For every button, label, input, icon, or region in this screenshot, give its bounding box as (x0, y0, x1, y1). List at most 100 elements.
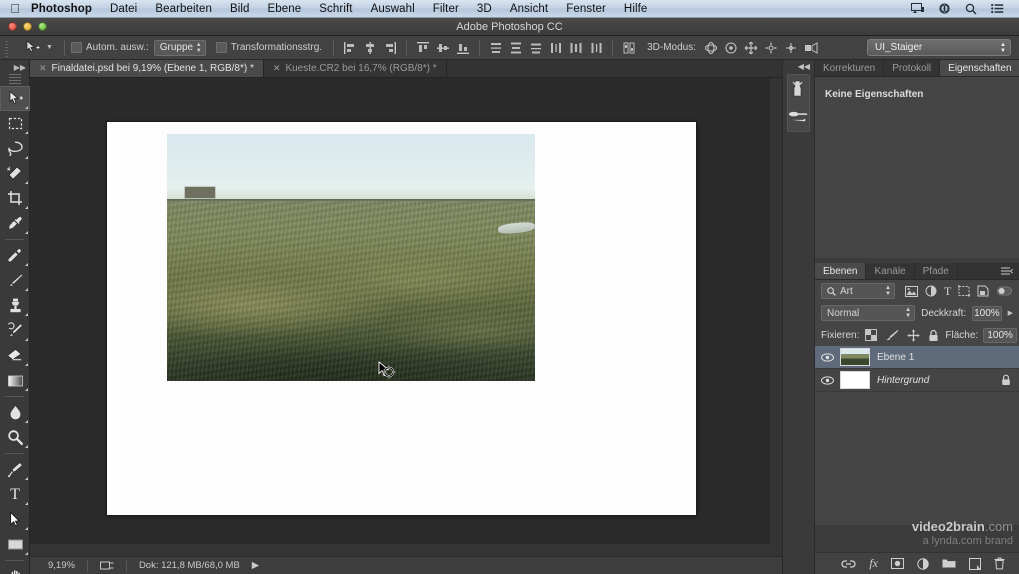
tool-submenu-indicator[interactable] (25, 388, 28, 391)
lock-image-pixels-icon[interactable] (885, 329, 899, 341)
notification-center-icon[interactable] (984, 3, 1011, 14)
eyedropper-tool[interactable] (0, 211, 30, 236)
canvas-horizontal-scrollbar[interactable] (30, 544, 770, 556)
tab-kanaele[interactable]: Kanäle (866, 263, 915, 279)
rectangular-marquee-tool[interactable] (0, 111, 30, 136)
align-right-edges-icon[interactable] (380, 39, 400, 57)
move-tool[interactable] (0, 86, 30, 111)
align-top-edges-icon[interactable] (413, 39, 433, 57)
filter-adjustment-layers-icon[interactable] (925, 285, 937, 297)
tool-submenu-indicator[interactable] (25, 206, 28, 209)
tool-submenu-indicator[interactable] (25, 156, 28, 159)
menu-item-bearbeiten[interactable]: Bearbeiten (146, 3, 221, 15)
crop-tool[interactable] (0, 186, 30, 211)
tool-submenu-indicator[interactable] (25, 363, 28, 366)
tool-preset-chevron-icon[interactable]: ▼ (45, 44, 58, 51)
move-tool-icon[interactable] (19, 38, 45, 58)
close-tab-icon[interactable]: ✕ (39, 63, 47, 74)
filter-type-layers-icon[interactable]: T (944, 285, 951, 297)
menu-item-ebene[interactable]: Ebene (259, 3, 311, 15)
blur-tool[interactable] (0, 400, 30, 425)
pan-3d-icon[interactable] (741, 39, 761, 57)
tool-submenu-indicator[interactable] (25, 338, 28, 341)
spotlight-search-icon[interactable] (958, 3, 984, 15)
align-bottom-edges-icon[interactable] (453, 39, 473, 57)
tool-submenu-indicator[interactable] (25, 445, 28, 448)
blend-mode-dropdown[interactable]: Normal ▲ ▼ (821, 305, 916, 321)
tool-submenu-indicator[interactable] (25, 502, 28, 505)
panel-menu-icon[interactable] (995, 263, 1019, 279)
fill-field[interactable]: 100% (983, 327, 1018, 343)
menu-item-datei[interactable]: Datei (101, 3, 146, 15)
airplay-icon[interactable] (904, 3, 931, 14)
workspace-switcher[interactable]: UI_Staiger ▲ ▼ (867, 39, 1011, 56)
auto-select-checkbox[interactable] (70, 42, 82, 53)
layer-thumbnail[interactable] (840, 371, 870, 389)
distribute-bottom-edges-icon[interactable] (526, 39, 546, 57)
rectangle-shape-tool[interactable] (0, 532, 30, 557)
delete-layer-icon[interactable] (994, 557, 1005, 570)
lasso-tool[interactable] (0, 136, 30, 161)
menu-item-ansicht[interactable]: Ansicht (501, 3, 557, 15)
tool-submenu-indicator[interactable] (25, 288, 28, 291)
menu-item-bild[interactable]: Bild (221, 3, 259, 15)
menu-item-filter[interactable]: Filter (424, 3, 468, 15)
opacity-scrubber-icon[interactable]: ▶ (1008, 309, 1013, 317)
distribute-horizontal-centers-icon[interactable] (566, 39, 586, 57)
layer-visibility-icon[interactable] (821, 352, 834, 362)
gradient-tool[interactable] (0, 368, 30, 393)
path-selection-tool[interactable] (0, 507, 30, 532)
lock-all-icon[interactable] (928, 329, 939, 342)
tool-submenu-indicator[interactable] (25, 263, 28, 266)
menu-item-auswahl[interactable]: Auswahl (362, 3, 424, 15)
clone-stamp-tool[interactable] (0, 293, 30, 318)
horizontal-type-tool[interactable]: T (0, 482, 30, 507)
tool-submenu-indicator[interactable] (25, 420, 28, 423)
link-layers-icon[interactable] (841, 559, 856, 569)
quick-selection-tool[interactable] (0, 161, 30, 186)
tab-protokoll[interactable]: Protokoll (884, 60, 941, 76)
lock-position-icon[interactable] (907, 329, 920, 342)
brushes-panel-icon[interactable] (788, 75, 809, 103)
add-layer-mask-icon[interactable] (891, 558, 904, 569)
zoom-level-field[interactable]: 9,19% (48, 560, 75, 571)
tool-submenu-indicator[interactable] (25, 527, 28, 530)
eraser-tool[interactable] (0, 343, 30, 368)
auto-align-layers-icon[interactable] (619, 39, 639, 57)
distribute-left-edges-icon[interactable] (546, 39, 566, 57)
align-vertical-centers-icon[interactable] (433, 39, 453, 57)
layer-name[interactable]: Hintergrund (877, 375, 929, 386)
rotate-3d-icon[interactable] (701, 39, 721, 57)
layer-thumbnail[interactable] (840, 348, 870, 366)
tool-submenu-indicator[interactable] (25, 231, 28, 234)
layer-styles-fx-icon[interactable]: fx (869, 556, 878, 571)
tool-submenu-indicator[interactable] (25, 477, 28, 480)
filter-shape-layers-icon[interactable] (958, 285, 971, 297)
document-tab-kueste[interactable]: ✕ Kueste.CR2 bei 16,7% (RGB/8*) * (263, 60, 447, 77)
layer-filter-kind-dropdown[interactable]: Art ▲ ▼ (821, 283, 895, 299)
tool-submenu-indicator[interactable] (25, 552, 28, 555)
tool-presets-panel-icon[interactable] (788, 103, 809, 131)
document-tab-finaldatei[interactable]: ✕ Finaldatei.psd bei 9,19% (Ebene 1, RGB… (30, 60, 264, 77)
spot-healing-brush-tool[interactable] (0, 243, 30, 268)
hand-tool[interactable] (0, 564, 30, 574)
camera-3d-icon[interactable] (801, 39, 821, 57)
close-tab-icon[interactable]: ✕ (273, 63, 281, 74)
document-canvas[interactable] (107, 122, 696, 515)
tab-ebenen[interactable]: Ebenen (815, 263, 867, 279)
history-brush-tool[interactable] (0, 318, 30, 343)
roll-3d-icon[interactable] (721, 39, 741, 57)
apple-logo-icon[interactable]:  (8, 2, 22, 15)
new-group-icon[interactable] (942, 558, 956, 569)
tool-submenu-indicator[interactable] (25, 181, 28, 184)
align-horizontal-centers-icon[interactable] (360, 39, 380, 57)
tab-korrekturen[interactable]: Korrekturen (815, 60, 885, 76)
distribute-right-edges-icon[interactable] (586, 39, 606, 57)
expand-panels-icon[interactable]: ◀◀ (783, 60, 814, 72)
distribute-top-edges-icon[interactable] (486, 39, 506, 57)
filter-toggle-icon[interactable] (997, 286, 1013, 297)
canvas-area[interactable] (30, 78, 782, 556)
distribute-vertical-centers-icon[interactable] (506, 39, 526, 57)
document-size-icon[interactable] (99, 560, 114, 571)
layer-row-ebene-1[interactable]: Ebene 1 (815, 346, 1019, 369)
